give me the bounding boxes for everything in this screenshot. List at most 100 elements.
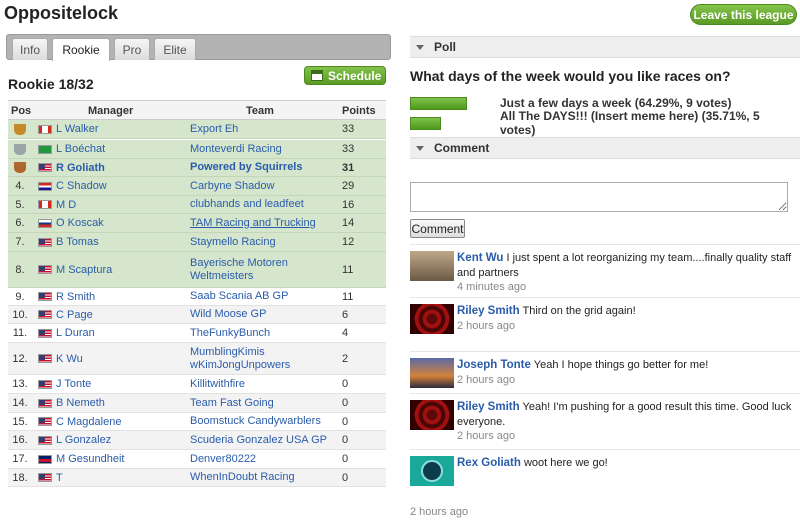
comment-author[interactable]: Riley Smith xyxy=(457,305,520,317)
team-name[interactable]: Killitwithfire xyxy=(190,375,340,393)
team-name[interactable]: Saab Scania AB GP xyxy=(190,288,340,305)
team-name[interactable]: Monteverdi Racing xyxy=(190,140,340,158)
manager-name[interactable]: L Duran xyxy=(56,327,95,339)
comment-text: Joseph Tonte Yeah I hope things go bette… xyxy=(457,358,797,373)
manager-name[interactable]: L Gonzalez xyxy=(56,434,111,446)
team-name[interactable]: TheFunkyBunch xyxy=(190,324,340,342)
manager-cell[interactable]: B Tomas xyxy=(38,233,188,251)
page-title: Oppositelock xyxy=(4,3,119,23)
comment-item: Rex Goliath woot here we go! 2 hours ago xyxy=(410,449,800,518)
manager-cell[interactable]: L Boéchat xyxy=(38,140,188,158)
manager-cell[interactable]: L Duran xyxy=(38,324,188,342)
points-value: 0 xyxy=(342,434,349,446)
team-name[interactable]: Export Eh xyxy=(190,120,340,138)
team-name[interactable]: Boomstuck Candywarblers xyxy=(190,413,340,430)
avatar[interactable] xyxy=(410,400,454,430)
comment-author[interactable]: Rex Goliath xyxy=(457,457,521,469)
manager-name[interactable]: L Walker xyxy=(56,123,99,135)
team-name[interactable]: Wild Moose GP xyxy=(190,306,340,323)
team-name[interactable]: Team Fast Going xyxy=(190,394,340,412)
schedule-button[interactable]: Schedule xyxy=(304,66,386,85)
comment-author[interactable]: Kent Wu xyxy=(457,252,503,264)
avatar[interactable] xyxy=(410,358,454,388)
team-name[interactable]: MumblingKimis wKimJongUnpowers xyxy=(190,343,340,374)
manager-name[interactable]: J Tonte xyxy=(56,378,91,390)
points-value: 29 xyxy=(342,180,355,192)
row-position: 12. xyxy=(8,343,32,374)
manager-cell[interactable]: L Gonzalez xyxy=(38,431,188,449)
manager-cell[interactable]: M D xyxy=(38,196,188,213)
team-name[interactable]: WhenInDoubt Racing xyxy=(190,469,340,486)
team-name[interactable]: clubhands and leadfeet xyxy=(190,196,340,213)
manager-name[interactable]: M Gesundheit xyxy=(56,453,124,465)
flag-icon xyxy=(38,292,52,301)
poll-section-header[interactable]: Poll xyxy=(410,36,800,58)
manager-name[interactable]: O Koscak xyxy=(56,217,104,229)
manager-cell[interactable]: M Scaptura xyxy=(38,252,188,287)
points-value: 33 xyxy=(342,123,355,135)
manager-name[interactable]: C Magdalene xyxy=(56,416,121,428)
flag-icon xyxy=(38,237,52,247)
manager-cell[interactable]: R Goliath xyxy=(38,159,188,176)
tab-rookie[interactable]: Rookie xyxy=(52,38,110,61)
calendar-icon xyxy=(311,70,323,81)
manager-cell[interactable]: B Nemeth xyxy=(38,394,188,412)
table-row: 10. C Page Wild Moose GP 6 xyxy=(8,306,386,324)
manager-cell[interactable]: K Wu xyxy=(38,343,188,374)
comment-input[interactable] xyxy=(410,182,788,212)
position-text: 8. xyxy=(15,263,25,276)
tab-info[interactable]: Info xyxy=(12,38,48,60)
manager-cell[interactable]: C Page xyxy=(38,306,188,323)
manager-name[interactable]: C Shadow xyxy=(56,180,107,192)
comment-time: 2 hours ago xyxy=(457,320,516,332)
team-name[interactable]: Carbyne Shadow xyxy=(190,177,340,195)
manager-name[interactable]: B Nemeth xyxy=(56,397,105,409)
comment-item: Riley Smith Third on the grid again! 2 ho… xyxy=(410,297,800,347)
schedule-label: Schedule xyxy=(328,68,382,83)
avatar[interactable] xyxy=(410,251,454,281)
manager-name[interactable]: L Boéchat xyxy=(56,143,105,155)
row-position xyxy=(8,140,32,158)
comment-section-header[interactable]: Comment xyxy=(410,137,800,159)
manager-cell[interactable]: C Shadow xyxy=(38,177,188,195)
row-position: 14. xyxy=(8,394,32,412)
avatar[interactable] xyxy=(410,304,454,334)
points-value: 0 xyxy=(342,415,349,428)
flag-icon xyxy=(38,398,52,408)
table-row: 11. L Duran TheFunkyBunch 4 xyxy=(8,324,386,343)
tab-pro[interactable]: Pro xyxy=(114,38,150,60)
team-name[interactable]: TAM Racing and Trucking xyxy=(190,214,340,232)
manager-name[interactable]: R Goliath xyxy=(56,162,105,174)
manager-name[interactable]: K Wu xyxy=(56,353,83,365)
row-position: 6. xyxy=(8,214,32,232)
leave-league-button[interactable]: Leave this league xyxy=(690,4,797,25)
poll-option[interactable]: All The DAYS!!! (Insert meme here) (35.7… xyxy=(410,109,790,137)
avatar[interactable] xyxy=(410,456,454,486)
manager-cell[interactable]: T xyxy=(38,469,188,486)
manager-name[interactable]: M Scaptura xyxy=(56,264,112,276)
team-name[interactable]: Scuderia Gonzalez USA GP xyxy=(190,431,340,449)
manager-name[interactable]: M D xyxy=(56,199,76,211)
points-value: 6 xyxy=(342,308,349,321)
manager-cell[interactable]: O Koscak xyxy=(38,214,188,232)
team-name[interactable]: Denver80222 xyxy=(190,450,340,468)
manager-cell[interactable]: M Gesundheit xyxy=(38,450,188,468)
manager-name[interactable]: T xyxy=(56,472,63,484)
col-pos: Pos xyxy=(11,105,32,117)
comment-author[interactable]: Riley Smith xyxy=(457,401,520,413)
manager-cell[interactable]: R Smith xyxy=(38,288,188,305)
poll-section-label: Poll xyxy=(434,40,457,54)
manager-name[interactable]: B Tomas xyxy=(56,236,99,248)
comment-author[interactable]: Joseph Tonte xyxy=(457,359,531,371)
manager-name[interactable]: R Smith xyxy=(56,291,95,303)
manager-cell[interactable]: J Tonte xyxy=(38,375,188,393)
manager-cell[interactable]: C Magdalene xyxy=(38,413,188,430)
comment-button[interactable]: Comment xyxy=(410,219,465,238)
team-name[interactable]: Staymello Racing xyxy=(190,233,340,251)
team-name[interactable]: Bayerische Motoren Weltmeisters xyxy=(190,252,340,287)
manager-cell[interactable]: L Walker xyxy=(38,120,188,138)
tab-elite[interactable]: Elite xyxy=(154,38,196,60)
manager-name[interactable]: C Page xyxy=(56,309,93,321)
table-row: 14. B Nemeth Team Fast Going 0 xyxy=(8,394,386,413)
team-name[interactable]: Powered by Squirrels xyxy=(190,159,340,176)
